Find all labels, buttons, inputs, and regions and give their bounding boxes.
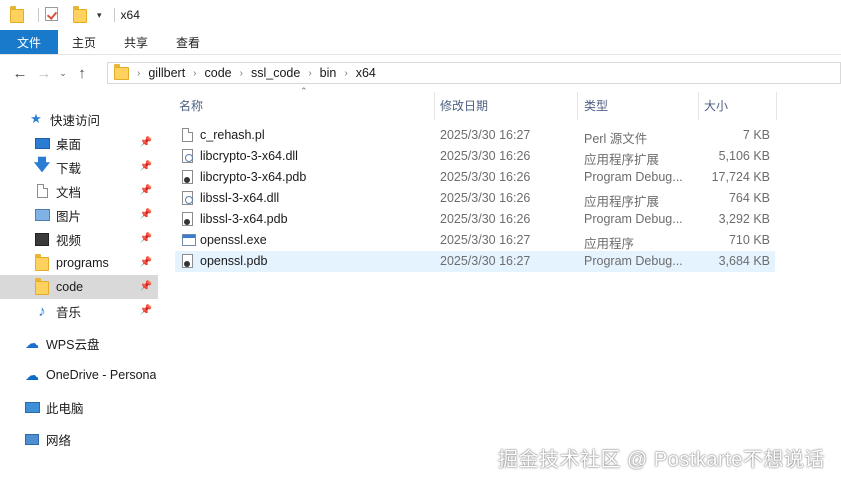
column-header-size[interactable]: 大小 xyxy=(704,94,728,116)
star-icon: ★ xyxy=(30,111,42,126)
breadcrumb-x64[interactable]: x64 xyxy=(356,66,376,80)
ribbon: 文件 主页 共享 查看 xyxy=(0,30,841,55)
pictures-icon xyxy=(34,207,50,223)
dll-file-icon xyxy=(182,149,195,164)
breadcrumb-bin[interactable]: bin xyxy=(320,66,337,80)
breadcrumb-ssl-code[interactable]: ssl_code xyxy=(251,66,300,80)
chevron-right-icon[interactable]: › xyxy=(308,68,311,79)
computer-icon xyxy=(24,399,40,415)
column-header-type[interactable]: 类型 xyxy=(584,94,608,116)
documents-icon xyxy=(34,183,50,199)
chevron-right-icon[interactable]: › xyxy=(240,68,243,79)
column-header-name[interactable]: 名称 xyxy=(179,94,203,116)
pin-icon[interactable]: 📌 xyxy=(140,161,152,172)
nav-item-documents[interactable]: 文档 📌 xyxy=(0,179,158,203)
pdb-file-icon xyxy=(182,212,195,227)
pin-icon[interactable]: 📌 xyxy=(140,233,152,244)
folder-icon xyxy=(34,278,50,295)
back-arrow-icon[interactable]: ← xyxy=(8,65,32,82)
title-bar: ▾ x64 xyxy=(0,0,841,30)
nav-item-programs[interactable]: programs 📌 xyxy=(0,251,158,275)
pin-icon[interactable]: 📌 xyxy=(140,281,152,292)
download-icon: 🡇 xyxy=(33,156,51,174)
file-row[interactable]: openssl.pdb 2025/3/30 16:27 Program Debu… xyxy=(175,251,775,272)
file-row[interactable]: libssl-3-x64.pdb 2025/3/30 16:26 Program… xyxy=(175,209,775,230)
up-arrow-icon[interactable]: ↑ xyxy=(70,65,94,82)
videos-icon xyxy=(34,231,50,247)
nav-item-downloads[interactable]: 🡇 下载 📌 xyxy=(0,155,158,179)
chevron-right-icon[interactable]: › xyxy=(193,68,196,79)
pin-icon[interactable]: 📌 xyxy=(140,209,152,220)
pdb-file-icon xyxy=(182,170,195,185)
pin-icon[interactable]: 📌 xyxy=(140,185,152,196)
column-divider[interactable] xyxy=(776,92,777,120)
pdb-file-icon xyxy=(182,254,195,269)
file-row[interactable]: openssl.exe 2025/3/30 16:27 应用程序 710 KB xyxy=(175,230,775,251)
address-bar[interactable]: › gillbert › code › ssl_code › bin › x64 xyxy=(107,62,841,84)
breadcrumb-code[interactable]: code xyxy=(205,66,232,80)
tab-file[interactable]: 文件 xyxy=(0,30,58,54)
properties-check-icon[interactable] xyxy=(45,7,61,23)
cloud-icon: ☁ xyxy=(25,334,39,351)
forward-arrow-icon[interactable]: → xyxy=(32,65,56,82)
desktop-icon xyxy=(34,135,50,151)
chevron-right-icon[interactable]: › xyxy=(137,68,140,79)
navigation-pane: ★ 快速访问 桌面 📌 🡇 下载 📌 文档 📌 图片 📌 视频 📌 progra… xyxy=(0,100,160,482)
file-row[interactable]: libssl-3-x64.dll 2025/3/30 16:26 应用程序扩展 … xyxy=(175,188,775,209)
pin-icon[interactable]: 📌 xyxy=(140,257,152,268)
folder-icon xyxy=(34,254,50,271)
nav-quick-access[interactable]: ★ 快速访问 xyxy=(0,107,158,131)
separator xyxy=(113,8,115,22)
nav-wps-cloud[interactable]: ☁ WPS云盘 xyxy=(0,331,158,355)
new-folder-icon[interactable] xyxy=(73,6,89,23)
separator xyxy=(38,8,39,22)
dll-file-icon xyxy=(182,191,195,206)
column-divider[interactable] xyxy=(434,92,435,120)
chevron-right-icon[interactable]: › xyxy=(344,68,347,79)
file-list: ⌃ 名称 修改日期 类型 大小 c_rehash.pl 2025/3/30 16… xyxy=(172,86,782,482)
tab-home[interactable]: 主页 xyxy=(58,30,110,54)
nav-onedrive[interactable]: ☁ OneDrive - Persona xyxy=(0,363,158,387)
column-header-date[interactable]: 修改日期 xyxy=(440,94,488,116)
file-row[interactable]: libcrypto-3-x64.pdb 2025/3/30 16:26 Prog… xyxy=(175,167,775,188)
nav-item-code[interactable]: code 📌 xyxy=(0,275,158,299)
file-row[interactable]: libcrypto-3-x64.dll 2025/3/30 16:26 应用程序… xyxy=(175,146,775,167)
breadcrumb-gillbert[interactable]: gillbert xyxy=(148,66,185,80)
nav-item-pictures[interactable]: 图片 📌 xyxy=(0,203,158,227)
onedrive-cloud-icon: ☁ xyxy=(25,366,39,383)
music-icon: ♪ xyxy=(38,302,46,320)
window-title: x64 xyxy=(120,8,140,22)
file-row[interactable]: c_rehash.pl 2025/3/30 16:27 Perl 源文件 7 K… xyxy=(175,125,775,146)
folder-icon xyxy=(114,63,129,80)
nav-item-music[interactable]: ♪ 音乐 📌 xyxy=(0,299,158,323)
recent-locations-chevron-icon[interactable]: ⌄ xyxy=(56,68,70,79)
column-divider[interactable] xyxy=(698,92,699,120)
navigation-bar: ← → ⌄ ↑ › gillbert › code › ssl_code › b… xyxy=(0,58,841,88)
pin-icon[interactable]: 📌 xyxy=(140,305,152,316)
column-divider[interactable] xyxy=(577,92,578,120)
tab-view[interactable]: 查看 xyxy=(162,30,214,54)
nav-item-videos[interactable]: 视频 📌 xyxy=(0,227,158,251)
exe-file-icon xyxy=(182,233,196,248)
network-icon xyxy=(24,431,40,447)
nav-this-pc[interactable]: 此电脑 xyxy=(0,395,158,419)
watermark: 掘金技术社区 @ Postkarte不想说话 xyxy=(498,449,825,471)
quick-access-dropdown-icon[interactable]: ▾ xyxy=(97,10,102,21)
folder-icon[interactable] xyxy=(10,6,26,23)
perl-file-icon xyxy=(182,128,195,143)
nav-network[interactable]: 网络 xyxy=(0,427,158,451)
tab-share[interactable]: 共享 xyxy=(110,30,162,54)
sort-ascending-icon: ⌃ xyxy=(300,86,308,96)
nav-item-desktop[interactable]: 桌面 📌 xyxy=(0,131,158,155)
pin-icon[interactable]: 📌 xyxy=(140,137,152,148)
